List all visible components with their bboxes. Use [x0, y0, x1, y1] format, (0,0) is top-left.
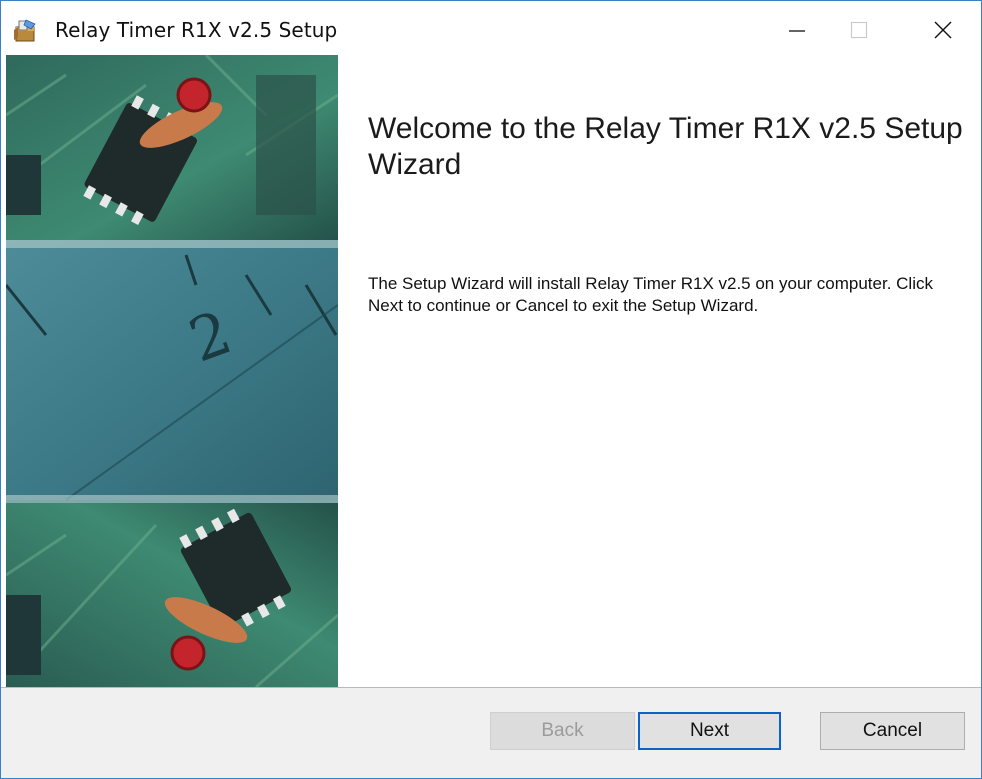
maximize-button — [836, 9, 882, 55]
window-title: Relay Timer R1X v2.5 Setup — [55, 18, 338, 42]
cancel-button[interactable]: Cancel — [820, 712, 965, 750]
welcome-description: The Setup Wizard will install Relay Time… — [368, 274, 933, 315]
welcome-heading: Welcome to the Relay Timer R1X v2.5 Setu… — [368, 112, 963, 181]
close-button[interactable] — [920, 9, 966, 55]
installer-box-icon — [13, 18, 39, 44]
next-button[interactable]: Next — [638, 712, 781, 750]
title-bar[interactable]: Relay Timer R1X v2.5 Setup — [1, 1, 981, 55]
wizard-banner-image: 2 — [6, 55, 338, 687]
back-button: Back — [490, 712, 635, 750]
setup-window: Relay Timer R1X v2.5 Setup 2 Welcome to … — [0, 0, 982, 779]
button-bar: Back Next Cancel — [1, 687, 981, 778]
maximize-icon — [849, 20, 869, 44]
close-icon — [932, 19, 954, 45]
minimize-icon — [787, 20, 807, 44]
minimize-button[interactable] — [774, 9, 820, 55]
